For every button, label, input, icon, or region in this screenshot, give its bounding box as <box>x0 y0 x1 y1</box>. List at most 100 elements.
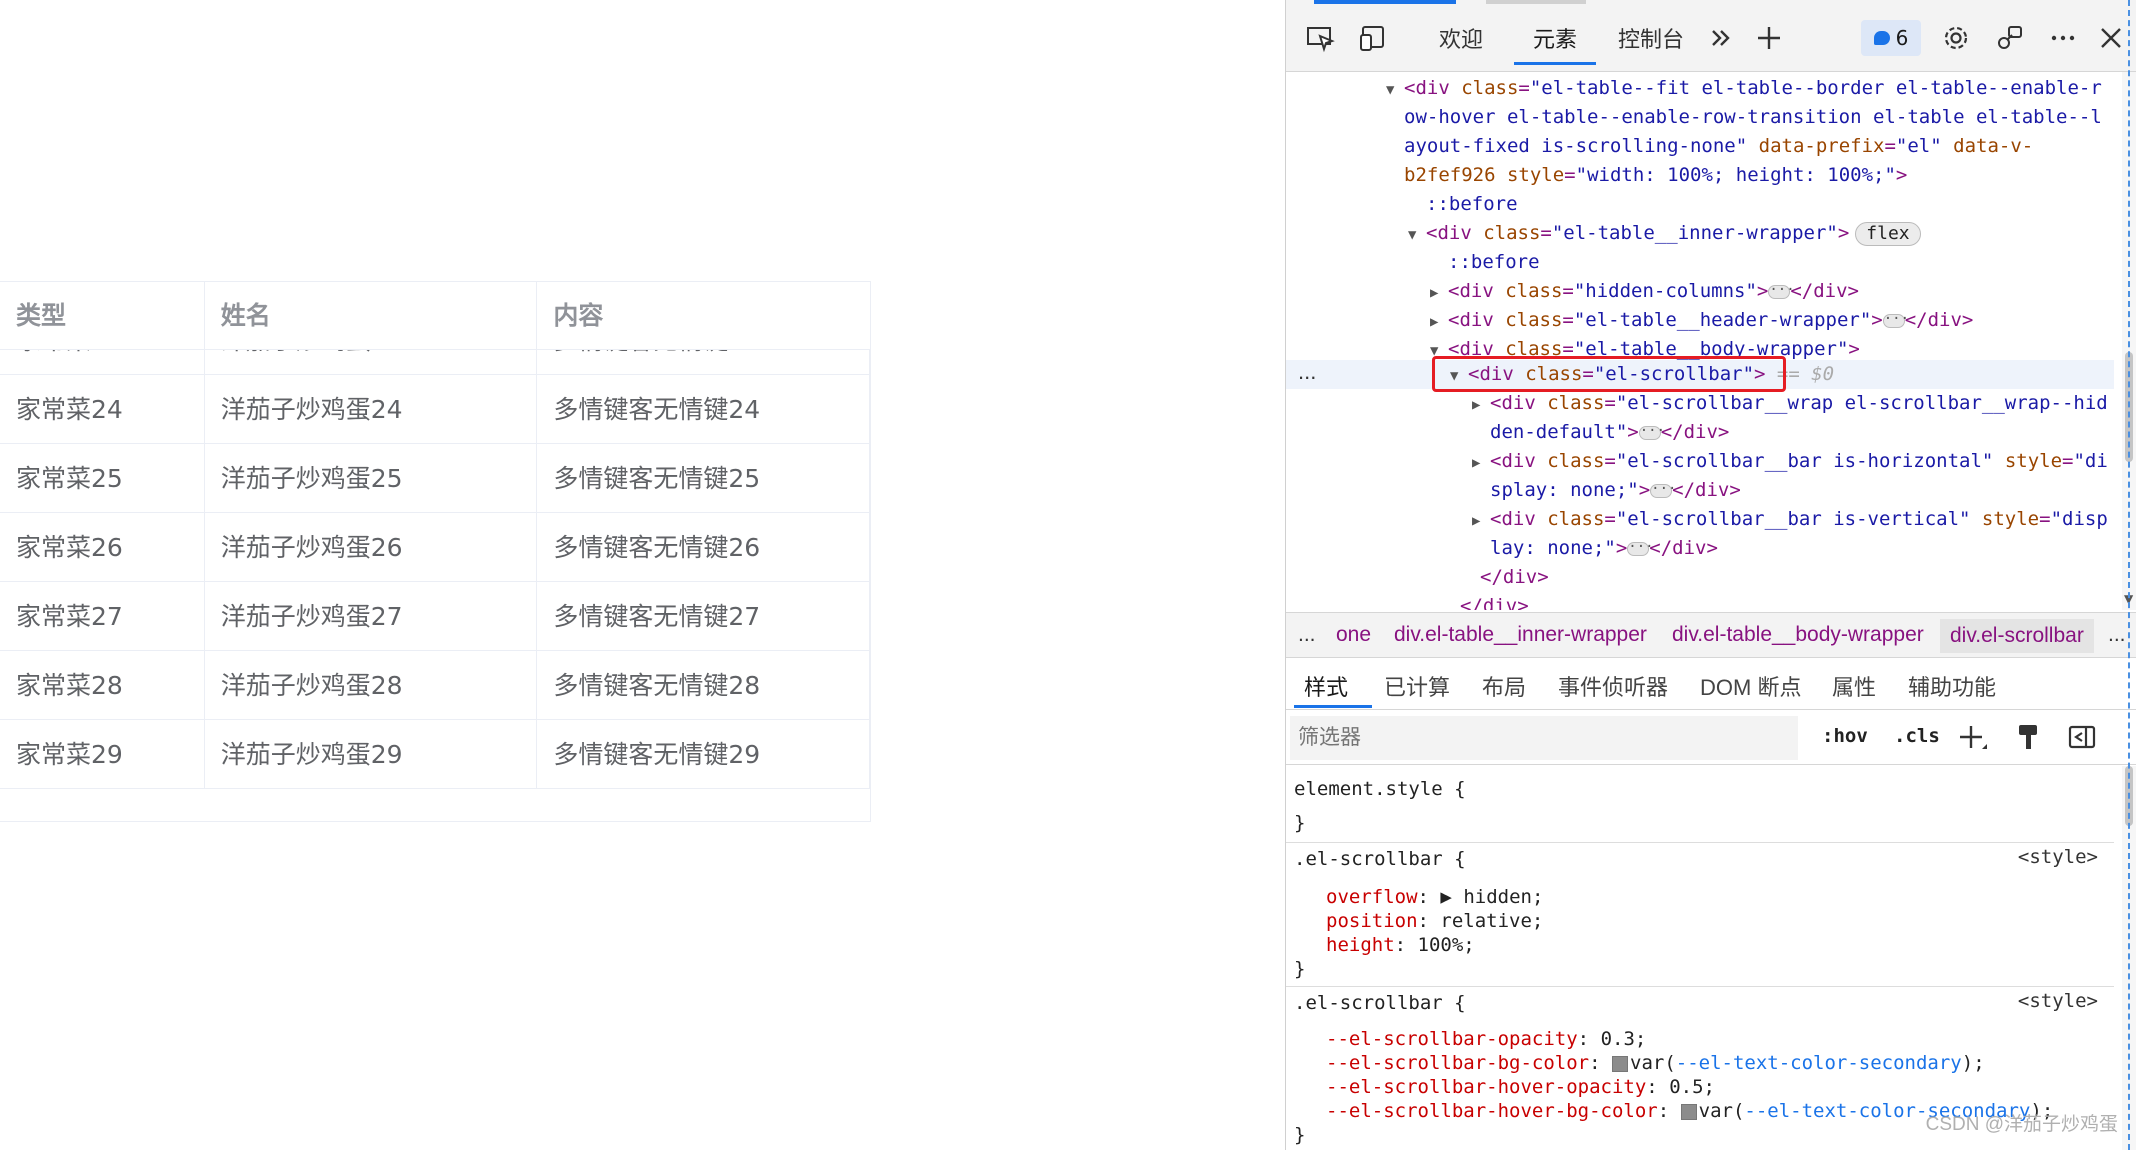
page-area: 类型 姓名 内容 家常菜23 洋茄子炒鸡蛋23 多情键客无情键23 家常菜24 … <box>0 0 1285 1150</box>
issues-badge[interactable]: 6 <box>1861 20 1921 56</box>
tab-welcome[interactable]: 欢迎 <box>1421 18 1501 58</box>
subtab-styles[interactable]: 样式 <box>1304 670 1348 702</box>
table-row[interactable]: 家常菜29 洋茄子炒鸡蛋29 多情键客无情键29 <box>0 720 870 789</box>
header-type[interactable]: 类型 <box>0 282 205 350</box>
declaration-scrollbar-hover-opacity[interactable]: --el-scrollbar-hover-opacity: 0.5; <box>1326 1074 1715 1100</box>
settings-gear-icon[interactable] <box>1938 18 1974 58</box>
subtab-layout[interactable]: 布局 <box>1482 670 1526 702</box>
collapsed-content-icon[interactable]: ··· <box>1882 312 1909 328</box>
cell-type: 家常菜25 <box>0 444 205 513</box>
paint-brush-icon[interactable] <box>2012 721 2046 755</box>
dom-line-scrollbar-wrap-cont: den-default">···</div> <box>1490 421 1730 443</box>
new-style-rule-icon[interactable] <box>1956 721 1990 755</box>
dom-line-before-2[interactable]: ::before <box>1448 248 1540 277</box>
collapsed-content-icon[interactable]: ··· <box>1768 283 1795 299</box>
collapsed-triangle-icon[interactable]: ▶ <box>1472 391 1490 420</box>
styles-filter-input[interactable] <box>1290 716 1798 760</box>
dom-line-table-cont3: b2fef926 style="width: 100%; height: 100… <box>1404 164 1908 186</box>
add-tab-icon[interactable] <box>1752 18 1786 58</box>
subtab-properties[interactable]: 属性 <box>1832 670 1876 702</box>
dom-line-bar-horizontal[interactable]: ▶ <div class="el-scrollbar__bar is-horizo… <box>1472 447 2108 476</box>
dom-line-scrollbar-wrap[interactable]: ▶ <div class="el-scrollbar__wrap el-scrol… <box>1472 389 2108 418</box>
dom-line-table-cont2: ayout-fixed is-scrolling-none" data-pref… <box>1404 135 2034 157</box>
dom-line-bar-vertical[interactable]: ▶ <div class="el-scrollbar__bar is-vertic… <box>1472 505 2108 534</box>
rule-element-style[interactable]: element.style { <box>1294 776 1466 802</box>
collapsed-triangle-icon[interactable]: ▶ <box>1430 279 1448 308</box>
toggle-sidebar-icon[interactable] <box>2066 721 2100 755</box>
color-swatch-icon[interactable] <box>1612 1055 1628 1072</box>
collapsed-content-icon[interactable]: ··· <box>1627 540 1654 556</box>
selected-node-highlight <box>1432 356 1786 392</box>
rule-selector-scrollbar[interactable]: .el-scrollbar { <box>1294 846 1466 872</box>
table-row[interactable]: 家常菜24 洋茄子炒鸡蛋24 多情键客无情键24 <box>0 375 870 444</box>
dom-line-close-scrollbar[interactable]: </div> <box>1480 563 1549 592</box>
connect-devices-icon[interactable] <box>1992 18 2028 58</box>
node-actions-ellipsis[interactable]: ... <box>1298 359 1316 385</box>
subtab-dom-breakpoints[interactable]: DOM 断点 <box>1700 670 1801 702</box>
color-swatch-icon[interactable] <box>1680 1103 1697 1120</box>
collapsed-triangle-icon[interactable]: ▶ <box>1472 507 1490 536</box>
collapsed-triangle-icon[interactable]: ▶ <box>1430 308 1448 337</box>
close-icon[interactable] <box>2094 18 2128 58</box>
declaration-position[interactable]: position: relative; <box>1326 908 1543 934</box>
header-content[interactable]: 内容 <box>537 282 870 350</box>
table-row[interactable]: 家常菜27 洋茄子炒鸡蛋27 多情键客无情键27 <box>0 582 870 651</box>
breadcrumb-item[interactable]: div.el-table__inner-wrapper <box>1394 623 1647 647</box>
dom-line-inner-wrapper[interactable]: ▼ <div class="el-table__inner-wrapper"> fl… <box>1408 219 1921 248</box>
inspect-element-icon[interactable] <box>1300 18 1340 58</box>
device-emulation-icon[interactable] <box>1354 18 1394 58</box>
rule-source-link[interactable]: <style> <box>2018 990 2098 1012</box>
subtab-computed[interactable]: 已计算 <box>1384 670 1450 702</box>
breadcrumb-item-current[interactable]: div.el-scrollbar <box>1940 619 2094 653</box>
rule-close-brace: } <box>1294 1124 1306 1146</box>
declaration-scrollbar-bg-color[interactable]: --el-scrollbar-bg-color: var(--el-text-c… <box>1326 1050 1985 1076</box>
table-row[interactable]: 家常菜23 洋茄子炒鸡蛋23 多情键客无情键23 <box>0 350 870 375</box>
declaration-height[interactable]: height: 100%; <box>1326 932 1475 958</box>
subtab-accessibility[interactable]: 辅助功能 <box>1908 670 1996 702</box>
cls-toggle-button[interactable]: .cls <box>1894 725 1940 747</box>
breadcrumb-more-left[interactable]: ... <box>1298 623 1316 647</box>
active-subtab-indicator <box>1294 705 1372 708</box>
breadcrumb-item[interactable]: div.el-table__body-wrapper <box>1672 623 1924 647</box>
table-row[interactable]: 家常菜26 洋茄子炒鸡蛋26 多情键客无情键26 <box>0 513 870 582</box>
more-tabs-icon[interactable] <box>1706 18 1736 58</box>
styles-pane[interactable]: element.style { } .el-scrollbar { <style… <box>1286 766 2114 1150</box>
rule-selector-scrollbar-vars[interactable]: .el-scrollbar { <box>1294 990 1466 1016</box>
breadcrumb-more-right[interactable]: ... <box>2108 623 2126 647</box>
dom-line-header-wrapper[interactable]: ▶ <div class="el-table__header-wrapper">·… <box>1430 306 1973 335</box>
expanded-triangle-icon[interactable]: ▼ <box>1386 76 1404 105</box>
cell-content: 多情键客无情键25 <box>537 444 870 513</box>
more-options-icon[interactable] <box>2046 18 2080 58</box>
hov-toggle-button[interactable]: :hov <box>1822 725 1868 747</box>
declaration-scrollbar-opacity[interactable]: --el-scrollbar-opacity: 0.3; <box>1326 1026 1646 1052</box>
flex-badge[interactable]: flex <box>1855 222 1921 246</box>
collapsed-triangle-icon[interactable]: ▶ <box>1472 449 1490 478</box>
rule-source-link[interactable]: <style> <box>2018 846 2098 868</box>
devtools-panel: 欢迎 元素 控制台 6 ... ▼ <div class="el-table--… <box>1285 0 2136 1150</box>
dom-line-before[interactable]: ::before <box>1426 190 1518 219</box>
dom-tree[interactable]: ... ▼ <div class="el-table--fit el-table-… <box>1286 72 2114 610</box>
declaration-overflow[interactable]: overflow: ▶ hidden; <box>1326 884 1543 910</box>
data-table: 类型 姓名 内容 家常菜23 洋茄子炒鸡蛋23 多情键客无情键23 家常菜24 … <box>0 281 871 822</box>
cell-name: 洋茄子炒鸡蛋25 <box>205 444 538 513</box>
subtab-event-listeners[interactable]: 事件侦听器 <box>1558 670 1668 702</box>
dom-line-hidden-columns[interactable]: ▶ <div class="hidden-columns">···</div> <box>1430 277 1859 306</box>
dom-line-close-body-wrapper[interactable]: </div> <box>1460 592 1529 610</box>
tab-console[interactable]: 控制台 <box>1606 18 1696 58</box>
collapsed-content-icon[interactable]: ··· <box>1638 424 1665 440</box>
breadcrumb-item[interactable]: one <box>1336 623 1371 647</box>
tab-elements[interactable]: 元素 <box>1514 18 1596 58</box>
cell-name: 洋茄子炒鸡蛋23 <box>205 350 538 375</box>
devtools-toolbar: 欢迎 元素 控制台 6 <box>1286 0 2136 72</box>
header-name[interactable]: 姓名 <box>205 282 538 350</box>
table-row[interactable]: 家常菜25 洋茄子炒鸡蛋25 多情键客无情键25 <box>0 444 870 513</box>
expand-triangle-icon[interactable]: ▶ <box>1440 886 1451 908</box>
table-row[interactable]: 家常菜28 洋茄子炒鸡蛋28 多情键客无情键28 <box>0 651 870 720</box>
collapsed-content-icon[interactable]: ··· <box>1650 482 1676 498</box>
expanded-triangle-icon[interactable]: ▼ <box>1408 221 1426 250</box>
cell-content: 多情键客无情键27 <box>537 582 870 651</box>
dom-line-table[interactable]: ▼ <div class="el-table--fit el-table--bor… <box>1386 74 2102 103</box>
table-body[interactable]: 家常菜23 洋茄子炒鸡蛋23 多情键客无情键23 家常菜24 洋茄子炒鸡蛋24 … <box>0 350 870 821</box>
cell-type: 家常菜23 <box>0 350 205 375</box>
viewport-edge-guide <box>2128 0 2130 1150</box>
